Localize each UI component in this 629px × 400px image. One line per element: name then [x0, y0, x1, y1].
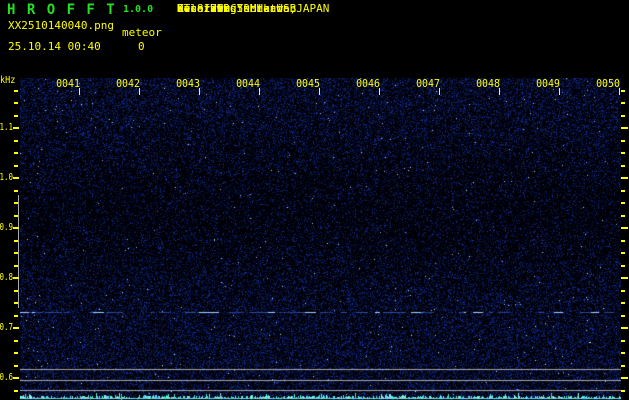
freq-axis-minor-tick: [14, 189, 18, 192]
freq-axis-minor-tick-right: [621, 164, 625, 167]
time-axis-label: 0043: [176, 77, 200, 90]
freq-axis-label: 1.0: [0, 172, 14, 183]
freq-axis-major-tick-right: [621, 377, 628, 379]
freq-axis-major-tick-right: [621, 127, 628, 129]
freq-axis-minor-tick-right: [621, 389, 625, 392]
time-axis-label: 0044: [236, 77, 260, 90]
freq-axis-minor-tick-right: [621, 139, 625, 142]
time-axis-tick: [319, 88, 320, 95]
freq-axis-minor-tick-right: [621, 289, 625, 292]
freq-axis-minor-tick: [14, 364, 18, 367]
time-axis-label: 0041: [56, 77, 80, 90]
freq-axis-minor-tick-right: [621, 302, 625, 304]
freq-axis-major-tick: [13, 177, 19, 179]
freq-axis-minor-tick: [14, 102, 18, 104]
time-axis-label: 0047: [416, 77, 440, 90]
time-axis-label: 0046: [356, 77, 380, 90]
freq-axis-major-tick-right: [621, 327, 628, 329]
freq-axis-minor-tick-right: [621, 264, 625, 267]
time-axis-label: 0050: [596, 77, 620, 90]
spectrogram-canvas: [20, 78, 621, 400]
spectrogram-plot: kHz 0041 0042 0043 0044 0045 0046 0047 0048 0049…: [0, 0, 629, 400]
freq-axis-minor-tick-right: [621, 202, 625, 204]
freq-axis-minor-tick-right: [621, 152, 625, 154]
time-axis-tick: [439, 88, 440, 95]
freq-axis-major-tick: [13, 377, 19, 379]
freq-axis-minor-tick: [14, 252, 18, 254]
freq-axis-minor-tick: [14, 152, 18, 154]
time-axis-tick: [199, 88, 200, 95]
freq-axis-label: 0.8: [0, 272, 14, 283]
freq-axis-minor-tick: [14, 139, 18, 142]
freq-axis-major-tick-right: [621, 277, 628, 279]
freq-axis-minor-tick-right: [621, 252, 625, 254]
hrofft-screen: H R O F F T 1.0.0 XX2510140040.png meteo…: [0, 0, 629, 400]
freq-axis-minor-tick-right: [621, 239, 625, 242]
freq-axis-minor-tick-right: [621, 214, 625, 217]
time-axis-tick: [499, 88, 500, 95]
freq-axis-minor-tick: [14, 239, 18, 242]
freq-unit-label: kHz: [0, 75, 16, 86]
freq-axis-minor-tick-right: [621, 364, 625, 367]
freq-axis-label: 0.9: [0, 222, 14, 233]
freq-axis-minor-tick: [14, 164, 18, 167]
freq-axis-minor-tick: [14, 202, 18, 204]
time-axis-tick: [139, 88, 140, 95]
freq-axis-minor-tick: [14, 114, 18, 117]
freq-axis-minor-tick: [14, 339, 18, 342]
time-axis-label: 0042: [116, 77, 140, 90]
freq-axis-major-tick: [13, 327, 19, 329]
freq-axis-minor-tick: [14, 289, 18, 292]
freq-axis-minor-tick: [14, 302, 18, 304]
time-axis-label: 0048: [476, 77, 500, 90]
time-axis-label: 0049: [536, 77, 560, 90]
freq-axis-minor-tick: [14, 314, 18, 317]
freq-axis-minor-tick-right: [621, 314, 625, 317]
freq-axis-minor-tick-right: [621, 89, 625, 92]
freq-axis-minor-tick-right: [621, 339, 625, 342]
time-axis-tick: [559, 88, 560, 95]
freq-axis-minor-tick-right: [621, 102, 625, 104]
freq-axis-minor-tick-right: [621, 189, 625, 192]
time-axis-tick: [379, 88, 380, 95]
freq-axis-major-tick-right: [621, 227, 628, 229]
time-axis-tick: [619, 88, 620, 95]
freq-axis-minor-tick: [14, 264, 18, 267]
freq-axis-major-tick: [13, 227, 19, 229]
freq-axis-minor-tick-right: [621, 114, 625, 117]
edge-vertical-line: [18, 195, 19, 308]
time-axis-label: 0045: [296, 77, 320, 90]
freq-axis-label: 0.7: [0, 322, 14, 333]
time-axis-tick: [79, 88, 80, 95]
freq-axis-minor-tick-right: [621, 352, 625, 354]
freq-axis-minor-tick: [14, 89, 18, 92]
freq-axis-minor-tick: [14, 214, 18, 217]
freq-axis-label: 1.1: [0, 122, 14, 133]
freq-axis-major-tick-right: [621, 177, 628, 179]
freq-axis-label: 0.6: [0, 372, 14, 383]
freq-axis-major-tick: [13, 277, 19, 279]
freq-axis-minor-tick: [14, 389, 18, 392]
time-axis-tick: [259, 88, 260, 95]
freq-axis-minor-tick: [14, 352, 18, 354]
freq-axis-major-tick: [13, 127, 19, 129]
